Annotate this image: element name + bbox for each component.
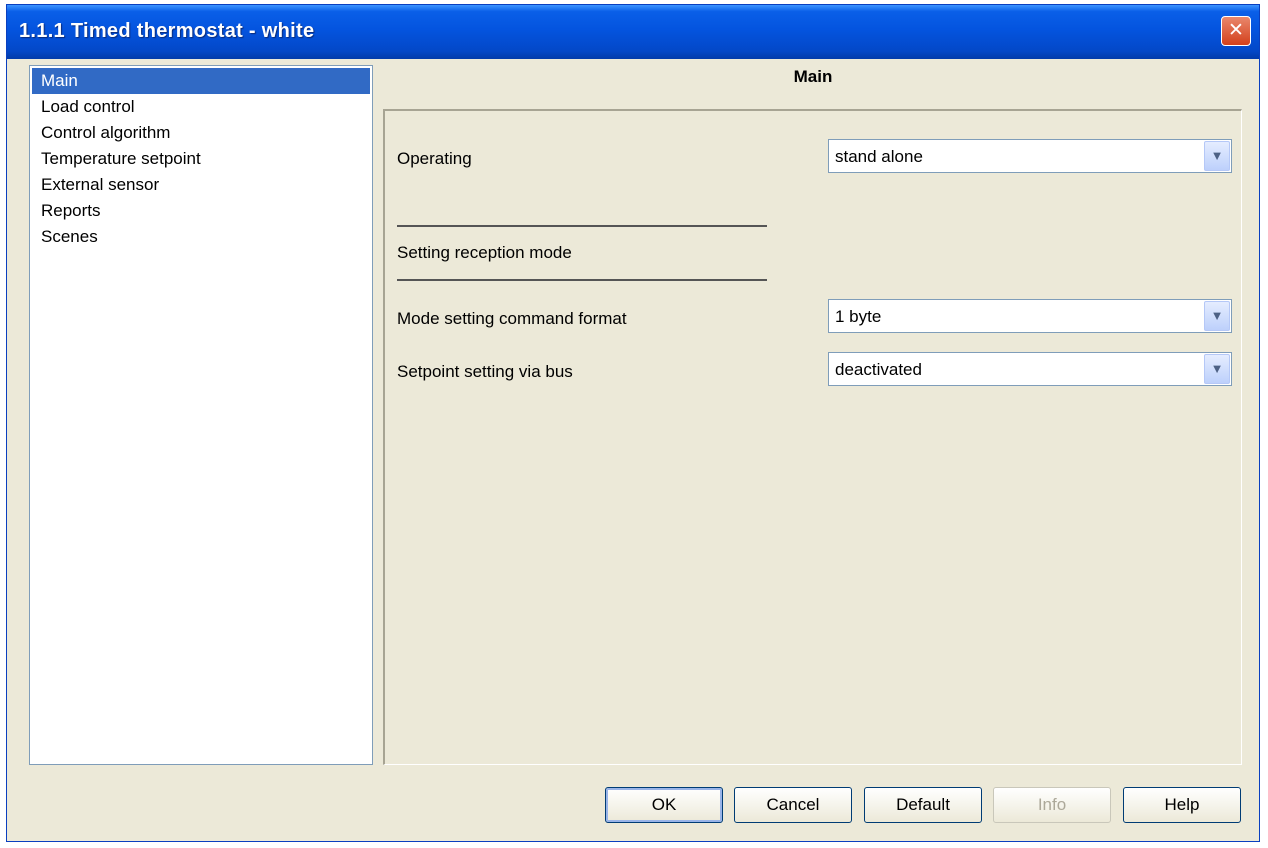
default-button[interactable]: Default (864, 787, 982, 823)
parameter-panel: Operating stand alone ▼ Setting receptio… (383, 109, 1242, 765)
nav-item-main[interactable]: Main (32, 68, 370, 94)
help-button[interactable]: Help (1123, 787, 1241, 823)
section-divider-top (397, 225, 767, 227)
nav-item-temperature-setpoint[interactable]: Temperature setpoint (32, 146, 370, 172)
chevron-down-icon[interactable]: ▼ (1204, 301, 1230, 331)
operating-value: stand alone (835, 147, 923, 166)
parameter-nav-list[interactable]: Main Load control Control algorithm Temp… (29, 65, 373, 765)
chevron-down-icon[interactable]: ▼ (1204, 141, 1230, 171)
mode-format-value: 1 byte (835, 307, 882, 326)
mode-format-label: Mode setting command format (397, 309, 627, 328)
section-heading: Setting reception mode (397, 243, 572, 262)
nav-item-external-sensor[interactable]: External sensor (32, 172, 370, 198)
cancel-button[interactable]: Cancel (734, 787, 852, 823)
close-button[interactable]: ✕ (1221, 16, 1251, 46)
nav-item-control-algorithm[interactable]: Control algorithm (32, 120, 370, 146)
ok-button[interactable]: OK (605, 787, 723, 823)
panel-title: Main (793, 67, 833, 86)
section-divider-bottom (397, 279, 767, 281)
nav-item-scenes[interactable]: Scenes (32, 224, 370, 250)
nav-item-reports[interactable]: Reports (32, 198, 370, 224)
nav-item-load-control[interactable]: Load control (32, 94, 370, 120)
setpoint-bus-value: deactivated (835, 360, 922, 379)
setpoint-bus-select[interactable]: deactivated ▼ (828, 352, 1232, 386)
mode-format-select[interactable]: 1 byte ▼ (828, 299, 1232, 333)
chevron-down-icon[interactable]: ▼ (1204, 354, 1230, 384)
setpoint-bus-label: Setpoint setting via bus (397, 362, 573, 381)
operating-select[interactable]: stand alone ▼ (828, 139, 1232, 173)
dialog-window: 1.1.1 Timed thermostat - white ✕ Main Lo… (6, 4, 1260, 842)
operating-label: Operating (397, 149, 472, 168)
info-button: Info (993, 787, 1111, 823)
close-icon: ✕ (1228, 20, 1244, 41)
title-bar[interactable]: 1.1.1 Timed thermostat - white ✕ (7, 5, 1259, 59)
window-title: 1.1.1 Timed thermostat - white (19, 20, 315, 42)
